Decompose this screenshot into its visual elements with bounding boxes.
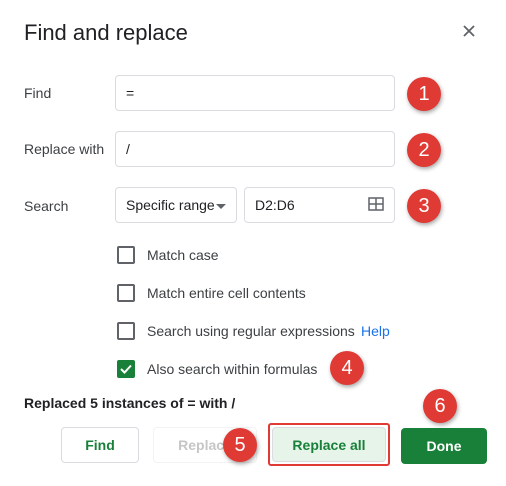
close-icon[interactable] xyxy=(460,22,478,40)
match-case-checkbox[interactable] xyxy=(117,246,135,264)
replace-label: Replace with xyxy=(24,141,105,157)
annotation-badge-5: 5 xyxy=(223,428,257,462)
annotation-badge-3: 3 xyxy=(407,189,441,223)
search-label: Search xyxy=(24,198,69,214)
search-scope-dropdown[interactable]: Specific range xyxy=(115,187,237,223)
replace-all-button[interactable]: Replace all xyxy=(272,427,386,462)
search-scope-value: Specific range xyxy=(126,197,215,213)
regex-label: Search using regular expressions xyxy=(147,323,355,339)
annotation-badge-4: 4 xyxy=(330,351,364,385)
match-case-label: Match case xyxy=(147,247,219,263)
find-button[interactable]: Find xyxy=(61,427,139,463)
find-input[interactable]: = xyxy=(115,75,395,111)
match-entire-cell-checkbox[interactable] xyxy=(117,284,135,302)
replace-input[interactable]: / xyxy=(115,131,395,167)
grid-icon[interactable] xyxy=(368,196,384,214)
annotation-badge-1: 1 xyxy=(407,77,441,111)
status-message: Replaced 5 instances of = with / xyxy=(24,395,236,411)
find-input-value: = xyxy=(126,85,135,101)
annotation-badge-2: 2 xyxy=(407,133,441,167)
help-link[interactable]: Help xyxy=(361,323,390,339)
range-input[interactable]: D2:D6 xyxy=(244,187,395,223)
find-label: Find xyxy=(24,85,52,101)
checkmark-icon xyxy=(120,364,132,374)
dialog-title: Find and replace xyxy=(24,20,188,45)
formulas-label: Also search within formulas xyxy=(147,361,318,377)
range-input-value: D2:D6 xyxy=(255,197,295,213)
match-entire-cell-label: Match entire cell contents xyxy=(147,285,306,301)
formulas-checkbox[interactable] xyxy=(117,360,135,378)
annotation-badge-6: 6 xyxy=(423,389,457,423)
done-button[interactable]: Done xyxy=(401,428,487,464)
replace-input-value: / xyxy=(126,141,130,157)
caret-down-icon xyxy=(216,197,226,213)
regex-checkbox[interactable] xyxy=(117,322,135,340)
